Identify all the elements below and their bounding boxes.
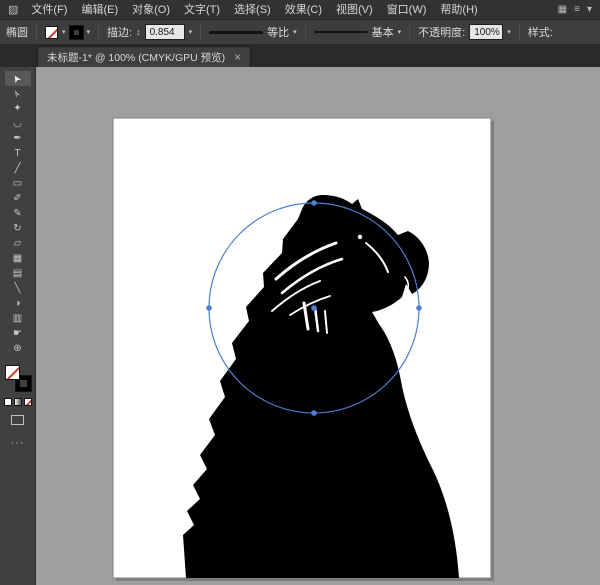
none-slash-icon (24, 398, 32, 406)
stroke-weight-input[interactable]: 0.854 (145, 24, 185, 40)
separator (36, 24, 37, 40)
fill-indicator-none[interactable] (5, 365, 20, 380)
paint-buttons (4, 398, 32, 406)
gradient-tool[interactable]: ▤ (5, 266, 31, 281)
none-button[interactable] (24, 398, 32, 406)
workspace: ➤ ➢ ✦ ◡ ✒ T ╱ ▭ ✐ ✎ ↻ ▱ ▦ ▤ ╲ ◑ ▥ ☛ ⊕ ··… (0, 67, 600, 585)
fill-stroke-indicator[interactable] (5, 365, 31, 391)
brush-label: 基本 (372, 24, 394, 40)
opacity-label: 不透明度: (418, 24, 465, 40)
chevron-down-icon[interactable]: ▾ (293, 28, 297, 36)
width-profile-preview (209, 31, 263, 34)
width-profile-label: 等比 (267, 24, 289, 40)
menu-effect[interactable]: 效果(C) (278, 0, 329, 20)
eagle-eye-highlight (358, 235, 362, 239)
menu-file[interactable]: 文件(F) (24, 0, 74, 20)
menubar-right-icons: ▦ ≡ ▾ (558, 4, 592, 15)
brush-preview (314, 31, 368, 33)
separator (409, 24, 410, 40)
chevron-down-icon[interactable]: ▾ (87, 28, 91, 36)
stroke-stepper-icon[interactable]: ↕ (136, 27, 141, 37)
paintbrush-tool[interactable]: ✐ (5, 191, 31, 206)
chevron-down-icon[interactable]: ▾ (189, 28, 193, 36)
none-slash-icon (5, 365, 20, 380)
tools-panel: ➤ ➢ ✦ ◡ ✒ T ╱ ▭ ✐ ✎ ↻ ▱ ▦ ▤ ╲ ◑ ▥ ☛ ⊕ ··… (0, 67, 36, 585)
anchor-left[interactable] (206, 305, 212, 311)
stroke-weight-label: 描边: (107, 24, 132, 40)
more-tools-icon[interactable]: ··· (11, 437, 25, 449)
document-tab-bar: 未标题-1* @ 100% (CMYK/GPU 预览) × (0, 45, 600, 67)
anchor-top[interactable] (311, 200, 317, 206)
menu-type[interactable]: 文字(T) (177, 0, 227, 20)
menu-view[interactable]: 视图(V) (329, 0, 380, 20)
workspace-grid-icon[interactable]: ▦ (558, 4, 567, 15)
canvas-svg (36, 67, 600, 585)
stroke-color-swatch[interactable] (70, 26, 83, 39)
line-segment-tool[interactable]: ╱ (5, 161, 31, 176)
active-tool-label: 椭圆 (6, 24, 28, 40)
chevron-down-icon[interactable]: ▾ (507, 28, 511, 36)
pencil-tool[interactable]: ✎ (5, 206, 31, 221)
hand-tool[interactable]: ☛ (5, 326, 31, 341)
opacity-input[interactable]: 100% (469, 24, 503, 40)
style-label: 样式: (528, 24, 553, 40)
fill-color-swatch[interactable] (45, 26, 58, 39)
menu-select[interactable]: 选择(S) (227, 0, 278, 20)
canvas[interactable] (36, 67, 600, 585)
lasso-tool[interactable]: ◡ (5, 116, 31, 131)
column-graph-tool[interactable]: ▥ (5, 311, 31, 326)
separator (98, 24, 99, 40)
magic-wand-tool[interactable]: ✦ (5, 101, 31, 116)
eyedropper-tool[interactable]: ╲ (5, 281, 31, 296)
color-button[interactable] (4, 398, 12, 406)
mesh-tool[interactable]: ▦ (5, 251, 31, 266)
type-tool[interactable]: T (5, 146, 31, 161)
control-bar: 椭圆 ▾ ▾ 描边: ↕ 0.854 ▾ 等比 ▾ 基本 ▾ 不透明度: 100… (0, 20, 600, 45)
document-tab[interactable]: 未标题-1* @ 100% (CMYK/GPU 预览) × (37, 46, 251, 67)
menu-edit[interactable]: 编辑(E) (74, 0, 125, 20)
app-icon: ▨ (8, 3, 18, 16)
menu-help[interactable]: 帮助(H) (433, 0, 484, 20)
pen-tool[interactable]: ✒ (5, 131, 31, 146)
chevron-down-icon[interactable]: ▾ (398, 28, 402, 36)
direct-selection-tool[interactable]: ➢ (5, 86, 31, 101)
document-tab-title: 未标题-1* @ 100% (CMYK/GPU 预览) (47, 50, 225, 65)
rectangle-tool[interactable]: ▭ (5, 176, 31, 191)
chevron-down-icon[interactable]: ▾ (62, 28, 66, 36)
anchor-bottom[interactable] (311, 410, 317, 416)
drawing-mode-button[interactable] (11, 415, 24, 425)
separator (519, 24, 520, 40)
separator (305, 24, 306, 40)
close-icon[interactable]: × (234, 51, 241, 63)
anchor-right[interactable] (416, 305, 422, 311)
menu-bar: ▨ 文件(F) 编辑(E) 对象(O) 文字(T) 选择(S) 效果(C) 视图… (0, 0, 600, 20)
rotate-tool[interactable]: ↻ (5, 221, 31, 236)
blend-tool[interactable]: ◑ (5, 296, 31, 311)
menu-object[interactable]: 对象(O) (125, 0, 177, 20)
separator (200, 24, 201, 40)
gradient-button[interactable] (14, 398, 22, 406)
selection-tool[interactable]: ➤ (5, 71, 31, 86)
scale-tool[interactable]: ▱ (5, 236, 31, 251)
zoom-tool[interactable]: ⊕ (5, 341, 31, 356)
none-slash-icon (45, 26, 58, 39)
center-point[interactable] (311, 305, 317, 311)
menu-window[interactable]: 窗口(W) (380, 0, 434, 20)
workspace-chevron-icon[interactable]: ▾ (587, 4, 592, 15)
workspace-list-icon[interactable]: ≡ (574, 4, 580, 15)
